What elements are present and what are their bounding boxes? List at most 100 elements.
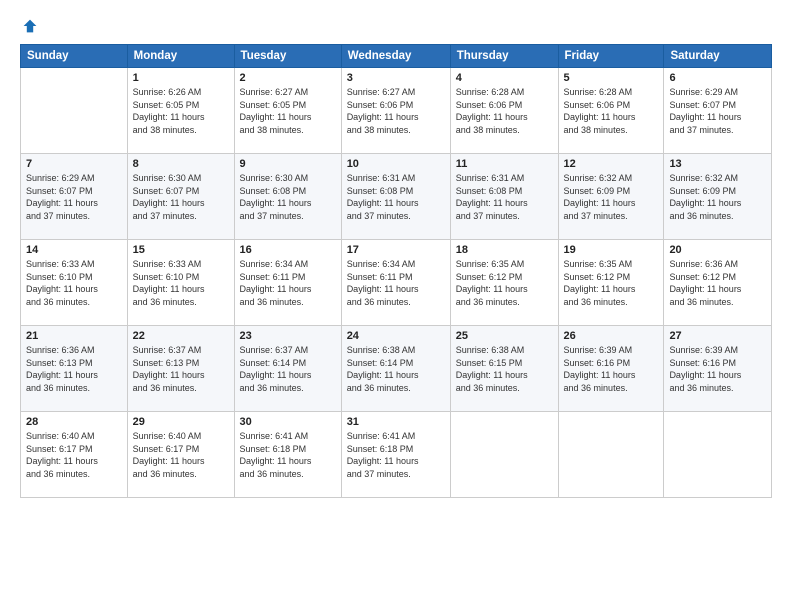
calendar-cell: 12 Sunrise: 6:32 AM Sunset: 6:09 PM Dayli… [558, 154, 664, 240]
calendar-cell: 9 Sunrise: 6:30 AM Sunset: 6:08 PM Daylig… [234, 154, 341, 240]
day-number: 18 [456, 244, 553, 256]
calendar-cell: 31 Sunrise: 6:41 AM Sunset: 6:18 PM Dayli… [341, 412, 450, 498]
calendar-cell: 2 Sunrise: 6:27 AM Sunset: 6:05 PM Daylig… [234, 68, 341, 154]
weekday-header-wednesday: Wednesday [341, 45, 450, 68]
day-number: 13 [669, 158, 766, 170]
calendar-cell: 17 Sunrise: 6:34 AM Sunset: 6:11 PM Dayli… [341, 240, 450, 326]
calendar-cell: 26 Sunrise: 6:39 AM Sunset: 6:16 PM Dayli… [558, 326, 664, 412]
day-info: Sunrise: 6:40 AM Sunset: 6:17 PM Dayligh… [26, 430, 122, 480]
calendar-cell [558, 412, 664, 498]
calendar-cell: 1 Sunrise: 6:26 AM Sunset: 6:05 PM Daylig… [127, 68, 234, 154]
week-row-4: 21 Sunrise: 6:36 AM Sunset: 6:13 PM Dayli… [21, 326, 772, 412]
calendar-cell: 18 Sunrise: 6:35 AM Sunset: 6:12 PM Dayli… [450, 240, 558, 326]
day-info: Sunrise: 6:26 AM Sunset: 6:05 PM Dayligh… [133, 86, 229, 136]
day-number: 27 [669, 330, 766, 342]
logo [20, 18, 38, 34]
calendar-cell: 3 Sunrise: 6:27 AM Sunset: 6:06 PM Daylig… [341, 68, 450, 154]
day-number: 31 [347, 416, 445, 428]
calendar-cell: 5 Sunrise: 6:28 AM Sunset: 6:06 PM Daylig… [558, 68, 664, 154]
calendar-cell: 8 Sunrise: 6:30 AM Sunset: 6:07 PM Daylig… [127, 154, 234, 240]
calendar-cell [21, 68, 128, 154]
header [20, 18, 772, 34]
day-number: 12 [564, 158, 659, 170]
day-info: Sunrise: 6:30 AM Sunset: 6:08 PM Dayligh… [240, 172, 336, 222]
day-info: Sunrise: 6:32 AM Sunset: 6:09 PM Dayligh… [669, 172, 766, 222]
logo-icon [22, 18, 38, 34]
week-row-3: 14 Sunrise: 6:33 AM Sunset: 6:10 PM Dayli… [21, 240, 772, 326]
day-number: 6 [669, 72, 766, 84]
day-number: 20 [669, 244, 766, 256]
calendar-cell: 27 Sunrise: 6:39 AM Sunset: 6:16 PM Dayli… [664, 326, 772, 412]
day-info: Sunrise: 6:28 AM Sunset: 6:06 PM Dayligh… [564, 86, 659, 136]
day-info: Sunrise: 6:33 AM Sunset: 6:10 PM Dayligh… [133, 258, 229, 308]
day-info: Sunrise: 6:41 AM Sunset: 6:18 PM Dayligh… [240, 430, 336, 480]
day-info: Sunrise: 6:39 AM Sunset: 6:16 PM Dayligh… [564, 344, 659, 394]
page: SundayMondayTuesdayWednesdayThursdayFrid… [0, 0, 792, 612]
day-info: Sunrise: 6:27 AM Sunset: 6:05 PM Dayligh… [240, 86, 336, 136]
calendar-cell: 29 Sunrise: 6:40 AM Sunset: 6:17 PM Dayli… [127, 412, 234, 498]
day-info: Sunrise: 6:39 AM Sunset: 6:16 PM Dayligh… [669, 344, 766, 394]
day-number: 23 [240, 330, 336, 342]
day-number: 11 [456, 158, 553, 170]
weekday-header-friday: Friday [558, 45, 664, 68]
day-info: Sunrise: 6:35 AM Sunset: 6:12 PM Dayligh… [456, 258, 553, 308]
calendar-cell: 28 Sunrise: 6:40 AM Sunset: 6:17 PM Dayli… [21, 412, 128, 498]
week-row-2: 7Sunrise: 6:29 AM Sunset: 6:07 PM Daylig… [21, 154, 772, 240]
day-info: Sunrise: 6:32 AM Sunset: 6:09 PM Dayligh… [564, 172, 659, 222]
day-info: Sunrise: 6:29 AM Sunset: 6:07 PM Dayligh… [26, 172, 122, 222]
day-number: 15 [133, 244, 229, 256]
day-number: 16 [240, 244, 336, 256]
calendar-cell [450, 412, 558, 498]
calendar-cell: 22Sunrise: 6:37 AM Sunset: 6:13 PM Dayli… [127, 326, 234, 412]
day-number: 2 [240, 72, 336, 84]
day-info: Sunrise: 6:36 AM Sunset: 6:13 PM Dayligh… [26, 344, 122, 394]
calendar-cell: 16Sunrise: 6:34 AM Sunset: 6:11 PM Dayli… [234, 240, 341, 326]
weekday-header-saturday: Saturday [664, 45, 772, 68]
calendar-cell: 30 Sunrise: 6:41 AM Sunset: 6:18 PM Dayli… [234, 412, 341, 498]
day-info: Sunrise: 6:40 AM Sunset: 6:17 PM Dayligh… [133, 430, 229, 480]
day-info: Sunrise: 6:34 AM Sunset: 6:11 PM Dayligh… [347, 258, 445, 308]
day-number: 8 [133, 158, 229, 170]
day-number: 3 [347, 72, 445, 84]
day-info: Sunrise: 6:27 AM Sunset: 6:06 PM Dayligh… [347, 86, 445, 136]
calendar-cell: 7Sunrise: 6:29 AM Sunset: 6:07 PM Daylig… [21, 154, 128, 240]
calendar-cell: 10 Sunrise: 6:31 AM Sunset: 6:08 PM Dayli… [341, 154, 450, 240]
day-number: 26 [564, 330, 659, 342]
day-number: 21 [26, 330, 122, 342]
calendar-cell: 21 Sunrise: 6:36 AM Sunset: 6:13 PM Dayli… [21, 326, 128, 412]
calendar-cell: 11Sunrise: 6:31 AM Sunset: 6:08 PM Dayli… [450, 154, 558, 240]
day-number: 25 [456, 330, 553, 342]
weekday-header-row: SundayMondayTuesdayWednesdayThursdayFrid… [21, 45, 772, 68]
day-number: 14 [26, 244, 122, 256]
day-info: Sunrise: 6:31 AM Sunset: 6:08 PM Dayligh… [347, 172, 445, 222]
day-number: 1 [133, 72, 229, 84]
calendar-cell: 20Sunrise: 6:36 AM Sunset: 6:12 PM Dayli… [664, 240, 772, 326]
weekday-header-monday: Monday [127, 45, 234, 68]
week-row-5: 28 Sunrise: 6:40 AM Sunset: 6:17 PM Dayli… [21, 412, 772, 498]
day-number: 9 [240, 158, 336, 170]
calendar-cell: 15 Sunrise: 6:33 AM Sunset: 6:10 PM Dayli… [127, 240, 234, 326]
weekday-header-thursday: Thursday [450, 45, 558, 68]
calendar-cell: 25 Sunrise: 6:38 AM Sunset: 6:15 PM Dayli… [450, 326, 558, 412]
day-info: Sunrise: 6:29 AM Sunset: 6:07 PM Dayligh… [669, 86, 766, 136]
day-info: Sunrise: 6:35 AM Sunset: 6:12 PM Dayligh… [564, 258, 659, 308]
day-number: 29 [133, 416, 229, 428]
logo-text [20, 18, 38, 34]
day-info: Sunrise: 6:38 AM Sunset: 6:15 PM Dayligh… [456, 344, 553, 394]
day-info: Sunrise: 6:30 AM Sunset: 6:07 PM Dayligh… [133, 172, 229, 222]
weekday-header-sunday: Sunday [21, 45, 128, 68]
day-info: Sunrise: 6:41 AM Sunset: 6:18 PM Dayligh… [347, 430, 445, 480]
calendar-cell: 23 Sunrise: 6:37 AM Sunset: 6:14 PM Dayli… [234, 326, 341, 412]
calendar-cell [664, 412, 772, 498]
calendar-cell: 4Sunrise: 6:28 AM Sunset: 6:06 PM Daylig… [450, 68, 558, 154]
day-number: 30 [240, 416, 336, 428]
day-info: Sunrise: 6:37 AM Sunset: 6:14 PM Dayligh… [240, 344, 336, 394]
calendar-cell: 14Sunrise: 6:33 AM Sunset: 6:10 PM Dayli… [21, 240, 128, 326]
calendar-cell: 13 Sunrise: 6:32 AM Sunset: 6:09 PM Dayli… [664, 154, 772, 240]
calendar-cell: 19Sunrise: 6:35 AM Sunset: 6:12 PM Dayli… [558, 240, 664, 326]
day-number: 5 [564, 72, 659, 84]
day-number: 28 [26, 416, 122, 428]
day-number: 10 [347, 158, 445, 170]
calendar-cell: 6 Sunrise: 6:29 AM Sunset: 6:07 PM Daylig… [664, 68, 772, 154]
day-number: 17 [347, 244, 445, 256]
